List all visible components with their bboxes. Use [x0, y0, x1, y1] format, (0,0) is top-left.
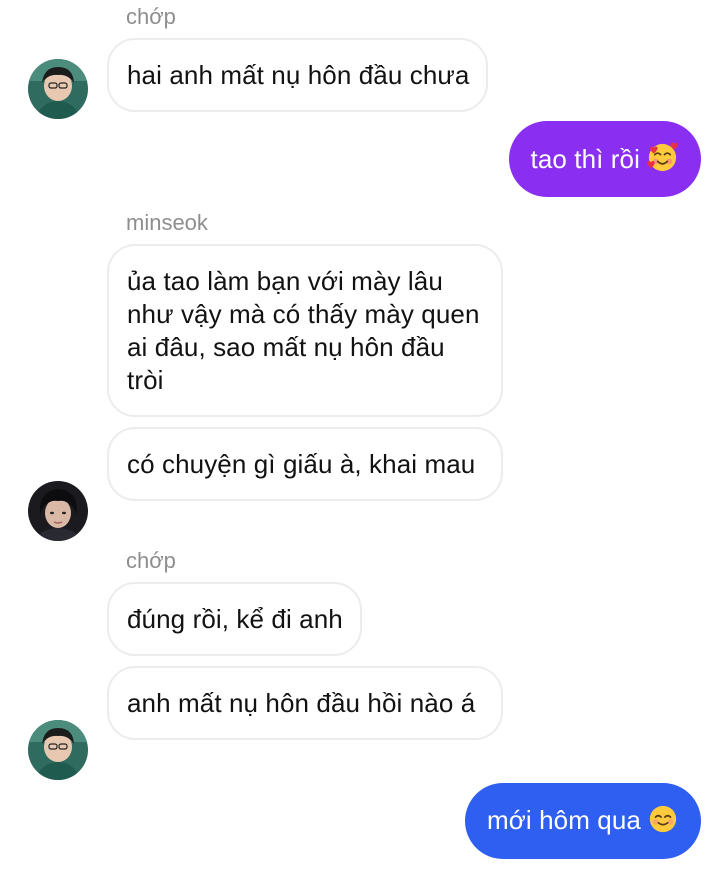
message-bubble[interactable]: anh mất nụ hôn đầu hồi nào á — [107, 666, 503, 740]
outgoing-message-bubble[interactable]: mới hôm qua — [465, 783, 701, 859]
avatar-minseok[interactable] — [28, 481, 88, 541]
outgoing-message-bubble[interactable]: tao thì rồi — [508, 121, 701, 197]
smiling-face-with-hearts-icon — [646, 141, 679, 182]
message-text: mới hôm qua — [487, 805, 641, 835]
avatar-chop[interactable] — [28, 720, 88, 780]
message-text: tao thì rồi — [530, 144, 640, 174]
message-bubble[interactable]: đúng rồi, kể đi anh — [107, 582, 362, 656]
sender-name: chớp — [126, 4, 176, 29]
avatar-chop[interactable] — [28, 59, 88, 119]
sender-name: minseok — [126, 210, 208, 235]
message-bubble[interactable]: hai anh mất nụ hôn đầu chưa — [107, 38, 489, 112]
smiling-face-icon — [647, 803, 679, 843]
sender-name: chớp — [126, 548, 176, 573]
message-bubble[interactable]: ủa tao làm bạn với mày lâu như vậy mà có… — [107, 244, 503, 417]
message-bubble[interactable]: có chuyện gì giấu à, khai mau — [107, 427, 503, 501]
